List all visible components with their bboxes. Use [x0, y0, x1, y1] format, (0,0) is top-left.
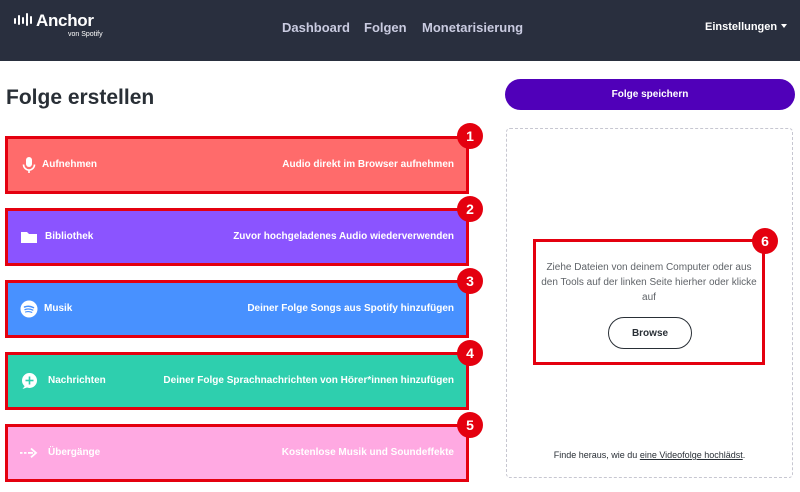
annotation-number-3: 3: [457, 268, 483, 294]
annotation-number-5: 5: [457, 412, 483, 438]
settings-label: Einstellungen: [705, 21, 778, 33]
arrow-right-icon: [20, 447, 38, 458]
page-title: Folge erstellen: [6, 86, 155, 109]
tool-transitions[interactable]: Übergänge Kostenlose Musik und Soundeffe…: [5, 424, 469, 482]
tool-messages-description: Deiner Folge Sprachnachrichten von Hörer…: [163, 375, 454, 386]
spotify-icon: [20, 300, 38, 318]
folder-icon: [21, 232, 37, 243]
video-hint-suffix: .: [742, 450, 746, 460]
tool-music-description: Deiner Folge Songs aus Spotify hinzufüge…: [247, 303, 454, 314]
tool-transitions-description: Kostenlose Musik und Soundeffekte: [281, 447, 454, 458]
tool-messages-label: Nachrichten: [48, 375, 106, 386]
video-upload-link[interactable]: eine Videofolge hochlädst: [640, 450, 743, 460]
tool-library-description: Zuvor hochgeladenes Audio wiederverwende…: [233, 231, 454, 242]
top-navigation-bar: Anchor von Spotify Dashboard Folgen Mone…: [0, 0, 800, 61]
tool-music-label: Musik: [44, 303, 73, 314]
nav-dashboard[interactable]: Dashboard: [282, 20, 350, 35]
tool-music[interactable]: Musik Deiner Folge Songs aus Spotify hin…: [5, 280, 469, 338]
tool-library-label: Bibliothek: [45, 231, 94, 242]
nav-folgen[interactable]: Folgen: [364, 20, 407, 35]
tool-library[interactable]: Bibliothek Zuvor hochgeladenes Audio wie…: [5, 208, 469, 266]
microphone-icon: [22, 157, 36, 173]
tool-transitions-label: Übergänge: [48, 447, 101, 458]
dropzone-instructions: Ziehe Dateien von deinem Computer oder a…: [541, 262, 757, 303]
message-plus-icon: [22, 373, 37, 389]
annotation-number-2: 2: [457, 196, 483, 222]
nav-monetarisierung[interactable]: Monetarisierung: [422, 20, 523, 35]
tool-record-label: Aufnehmen: [42, 159, 97, 170]
logo-subtitle: von Spotify: [68, 31, 103, 38]
annotation-number-6: 6: [752, 228, 778, 254]
settings-dropdown[interactable]: Einstellungen: [705, 21, 788, 33]
video-upload-hint: Finde heraus, wie du eine Videofolge hoc…: [506, 450, 793, 460]
logo-wordmark: Anchor: [36, 11, 94, 30]
tool-messages[interactable]: Nachrichten Deiner Folge Sprachnachricht…: [5, 352, 469, 410]
chevron-down-icon: [781, 24, 788, 28]
tool-record-description: Audio direkt im Browser aufnehmen: [282, 159, 454, 170]
annotation-number-1: 1: [457, 123, 483, 149]
tool-record[interactable]: Aufnehmen Audio direkt im Browser aufneh…: [5, 136, 469, 194]
anchor-logo-icon: [14, 13, 32, 26]
video-hint-prefix: Finde heraus, wie du: [553, 450, 640, 460]
browse-button[interactable]: Browse: [608, 317, 692, 349]
annotation-number-4: 4: [457, 340, 483, 366]
save-episode-button[interactable]: Folge speichern: [505, 79, 795, 110]
